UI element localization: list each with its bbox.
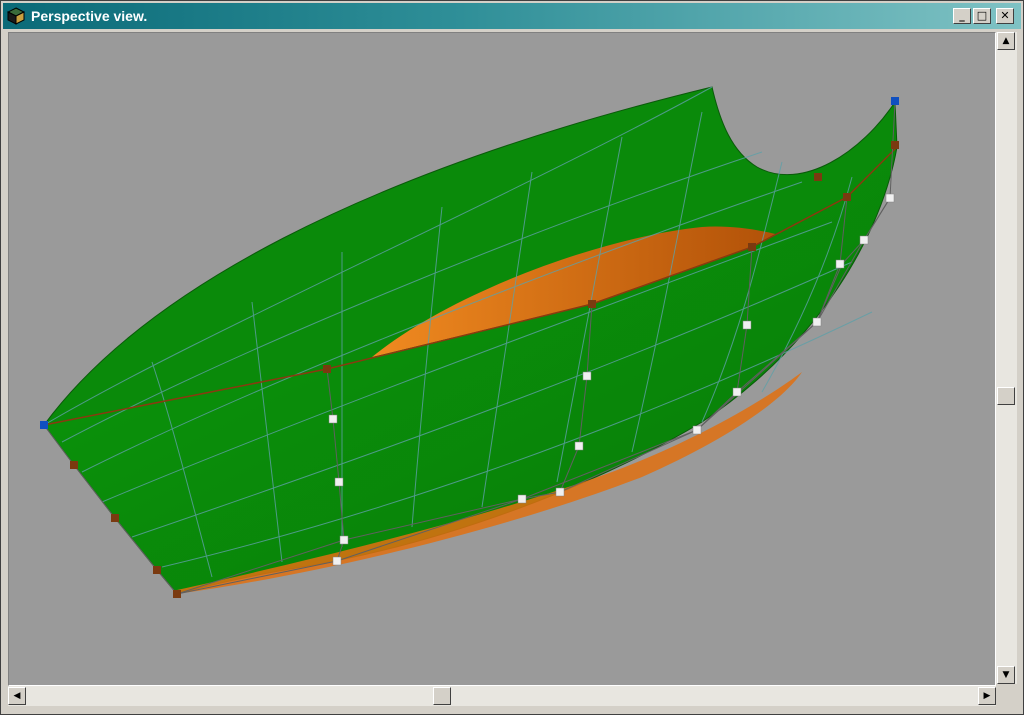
horizontal-scroll-thumb[interactable] <box>433 687 451 705</box>
perspective-view-window: Perspective view. _ □ ✕ ▲ ▼ ◀ ▶ <box>0 0 1024 715</box>
arrow-right-icon[interactable]: ▶ <box>978 687 996 705</box>
arrow-down-icon[interactable]: ▼ <box>997 666 1015 684</box>
3d-viewport[interactable] <box>8 32 996 686</box>
scrollbar-corner <box>996 686 1017 706</box>
cube-icon <box>7 7 25 25</box>
arrow-up-icon[interactable]: ▲ <box>997 32 1015 50</box>
maximize-button[interactable]: □ <box>973 8 991 24</box>
close-button[interactable]: ✕ <box>996 8 1014 24</box>
vertical-scrollbar[interactable]: ▲ ▼ <box>996 32 1017 684</box>
boat-hull-model[interactable] <box>9 33 995 685</box>
vertical-scroll-thumb[interactable] <box>997 387 1015 405</box>
window-title: Perspective view. <box>31 8 148 24</box>
horizontal-scrollbar[interactable]: ◀ ▶ <box>8 686 996 706</box>
minimize-button[interactable]: _ <box>953 8 971 24</box>
title-bar[interactable]: Perspective view. _ □ ✕ <box>3 3 1021 29</box>
arrow-left-icon[interactable]: ◀ <box>8 687 26 705</box>
